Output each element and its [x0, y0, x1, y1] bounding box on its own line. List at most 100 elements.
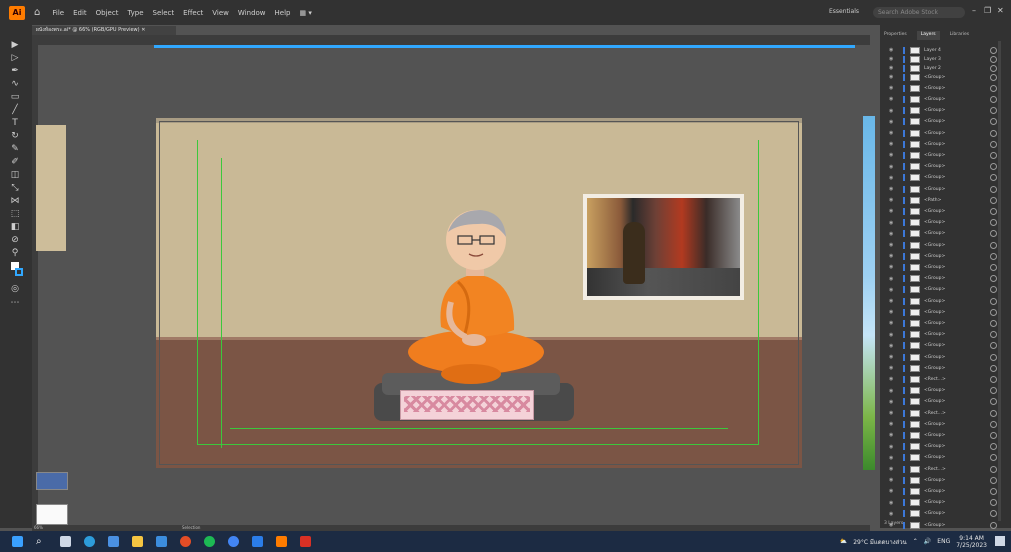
- sublayer-row[interactable]: ◉ <Group>: [880, 263, 1011, 271]
- visibility-eye-icon[interactable]: ◉: [889, 108, 897, 114]
- visibility-eye-icon[interactable]: ◉: [889, 74, 897, 80]
- target-circle-icon[interactable]: [990, 476, 997, 484]
- visibility-eye-icon[interactable]: ◉: [889, 388, 897, 394]
- visibility-eye-icon[interactable]: ◉: [889, 320, 897, 326]
- sublayer-name[interactable]: <Group>: [924, 321, 990, 326]
- visibility-eye-icon[interactable]: ◉: [889, 141, 897, 147]
- sublayer-name[interactable]: <Group>: [924, 108, 990, 113]
- sublayer-name[interactable]: <Group>: [924, 231, 990, 236]
- free-transform-icon[interactable]: ⬚: [9, 208, 21, 220]
- target-circle-icon[interactable]: [990, 331, 997, 339]
- sublayer-row[interactable]: ◉ <Group>: [880, 185, 1011, 193]
- sublayer-row[interactable]: ◉ <Group>: [880, 331, 1011, 339]
- visibility-eye-icon[interactable]: ◉: [889, 253, 897, 259]
- target-circle-icon[interactable]: [990, 431, 997, 439]
- tab-properties[interactable]: Properties: [880, 31, 911, 40]
- sublayer-name[interactable]: <Group>: [924, 175, 990, 180]
- visibility-eye-icon[interactable]: ◉: [889, 455, 897, 461]
- app-icon[interactable]: [252, 536, 263, 547]
- sublayer-name[interactable]: <Group>: [924, 131, 990, 136]
- store-icon[interactable]: [156, 536, 167, 547]
- target-circle-icon[interactable]: [990, 151, 997, 159]
- target-circle-icon[interactable]: [990, 454, 997, 462]
- target-circle-icon[interactable]: [990, 252, 997, 260]
- target-circle-icon[interactable]: [990, 207, 997, 215]
- sublayer-row[interactable]: ◉ <Group>: [880, 95, 1011, 103]
- visibility-eye-icon[interactable]: ◉: [889, 175, 897, 181]
- visibility-eye-icon[interactable]: ◉: [889, 96, 897, 102]
- visibility-eye-icon[interactable]: ◉: [889, 332, 897, 338]
- target-circle-icon[interactable]: [990, 342, 997, 350]
- adjacent-artboard-sky[interactable]: [863, 116, 875, 470]
- sublayer-name[interactable]: <Group>: [924, 355, 990, 360]
- visibility-eye-icon[interactable]: ◉: [889, 444, 897, 450]
- target-circle-icon[interactable]: [990, 319, 997, 327]
- sublayer-name[interactable]: <Group>: [924, 164, 990, 169]
- target-circle-icon[interactable]: [990, 73, 997, 81]
- sublayer-row[interactable]: ◉ <Group>: [880, 174, 1011, 182]
- sublayer-name[interactable]: <Group>: [924, 142, 990, 147]
- sublayer-row[interactable]: ◉ <Group>: [880, 342, 1011, 350]
- visibility-eye-icon[interactable]: ◉: [889, 376, 897, 382]
- stroke-color-icon[interactable]: [15, 268, 23, 276]
- sublayer-row[interactable]: ◉ <Group>: [880, 163, 1011, 171]
- sublayer-row[interactable]: ◉ <Group>: [880, 73, 1011, 81]
- visibility-eye-icon[interactable]: ◉: [889, 164, 897, 170]
- menu-type[interactable]: Type: [127, 9, 143, 17]
- artboard[interactable]: [156, 118, 802, 468]
- sublayer-name[interactable]: <Group>: [924, 209, 990, 214]
- visibility-eye-icon[interactable]: ◉: [889, 466, 897, 472]
- menu-view[interactable]: View: [212, 9, 229, 17]
- target-circle-icon[interactable]: [990, 95, 997, 103]
- sublayer-row[interactable]: ◉ <Group>: [880, 353, 1011, 361]
- sublayer-name[interactable]: <Group>: [924, 75, 990, 80]
- visibility-eye-icon[interactable]: ◉: [889, 231, 897, 237]
- edge-icon[interactable]: [84, 536, 95, 547]
- layer-name[interactable]: Layer 2: [924, 66, 990, 71]
- sublayer-name[interactable]: <Group>: [924, 332, 990, 337]
- line-tool-icon[interactable]: ╱: [9, 104, 21, 116]
- weather-text[interactable]: 29°C มีแดดบางส่วน: [853, 537, 907, 547]
- sublayer-row[interactable]: ◉ <Group>: [880, 207, 1011, 215]
- visibility-eye-icon[interactable]: ◉: [889, 500, 897, 506]
- zoom-level[interactable]: 66%: [34, 525, 43, 530]
- sublayer-name[interactable]: <Group>: [924, 97, 990, 102]
- menu-help[interactable]: Help: [275, 9, 291, 17]
- sublayer-row[interactable]: ◉ <Group>: [880, 387, 1011, 395]
- target-circle-icon[interactable]: [990, 64, 997, 72]
- sublayer-name[interactable]: <Group>: [924, 422, 990, 427]
- file-explorer-icon[interactable]: [132, 536, 143, 547]
- target-circle-icon[interactable]: [990, 375, 997, 383]
- target-circle-icon[interactable]: [990, 185, 997, 193]
- sublayer-row[interactable]: ◉ <Group>: [880, 151, 1011, 159]
- framed-photo[interactable]: [583, 194, 744, 300]
- selection-tool-icon[interactable]: ▶: [9, 39, 21, 51]
- target-circle-icon[interactable]: [990, 499, 997, 507]
- spotify-icon[interactable]: [204, 536, 215, 547]
- visibility-eye-icon[interactable]: ◉: [889, 410, 897, 416]
- target-circle-icon[interactable]: [990, 286, 997, 294]
- sublayer-row[interactable]: ◉ <Group>: [880, 286, 1011, 294]
- sublayer-row[interactable]: ◉ <Group>: [880, 308, 1011, 316]
- rectangle-tool-icon[interactable]: ▭: [9, 91, 21, 103]
- sublayer-name[interactable]: <Group>: [924, 455, 990, 460]
- sublayer-name[interactable]: <Group>: [924, 500, 990, 505]
- visibility-eye-icon[interactable]: ◉: [889, 298, 897, 304]
- sublayer-row[interactable]: ◉ <Rect...>: [880, 375, 1011, 383]
- sublayer-row[interactable]: ◉ <Group>: [880, 129, 1011, 137]
- sublayer-name[interactable]: <Group>: [924, 299, 990, 304]
- sublayer-row[interactable]: ◉ <Group>: [880, 443, 1011, 451]
- search-stock-input[interactable]: Search Adobe Stock: [873, 7, 965, 18]
- layer-row[interactable]: ◉ Layer 3: [880, 55, 1011, 63]
- sublayer-name[interactable]: <Group>: [924, 511, 990, 516]
- sublayer-row[interactable]: ◉ <Group>: [880, 499, 1011, 507]
- notifications-icon[interactable]: [995, 536, 1005, 546]
- sublayer-row[interactable]: ◉ <Group>: [880, 230, 1011, 238]
- sublayer-row[interactable]: ◉ <Group>: [880, 487, 1011, 495]
- language-indicator[interactable]: ENG: [937, 538, 950, 545]
- sublayer-name[interactable]: <Group>: [924, 243, 990, 248]
- target-circle-icon[interactable]: [990, 353, 997, 361]
- sublayer-row[interactable]: ◉ <Group>: [880, 219, 1011, 227]
- visibility-eye-icon[interactable]: ◉: [889, 119, 897, 125]
- volume-icon[interactable]: 🔊: [924, 538, 931, 545]
